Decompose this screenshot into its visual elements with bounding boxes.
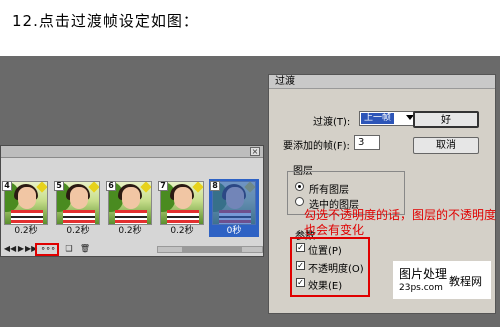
frame-7[interactable]: 7 0.2秒 — [157, 179, 207, 237]
frame-6[interactable]: 6 0.2秒 — [105, 179, 155, 237]
frame-number: 6 — [106, 181, 116, 191]
frame-delay[interactable]: 0.2秒 — [109, 226, 151, 236]
frame-scrollbar[interactable] — [157, 246, 263, 253]
panel-titlebar[interactable]: × — [1, 146, 263, 158]
play-icon[interactable]: ▶ — [17, 243, 25, 254]
scroll-thumb[interactable] — [182, 247, 242, 252]
next-frame-icon[interactable]: ▶▶ — [25, 243, 37, 254]
frame-number: 8 — [210, 181, 220, 191]
all-layers-radio[interactable] — [295, 182, 304, 191]
selected-layers-radio[interactable] — [295, 197, 304, 206]
first-frame-icon[interactable]: ◀◀ — [3, 243, 17, 254]
frames-to-add-label: 要添加的帧(F): — [283, 141, 350, 152]
frame-5[interactable]: 5 0.2秒 — [53, 179, 103, 237]
frame-delay[interactable]: 0.2秒 — [161, 226, 203, 236]
watermark: 图片处理 教程网 23ps.com — [393, 261, 491, 299]
frame-delay[interactable]: 0.2秒 — [57, 226, 99, 236]
dialog-title: 过渡 — [269, 75, 495, 89]
frame-delay[interactable]: 0秒 — [213, 226, 255, 236]
watermark-accent: 教程网 — [449, 275, 482, 288]
annotation-text: 勾选不透明度的话，图层的不透明度也会有变化 — [304, 208, 497, 237]
panel-close-button[interactable]: × — [250, 147, 260, 156]
watermark-title: 图片处理 — [399, 267, 448, 281]
tween-with-label: 过渡(T): — [313, 117, 351, 128]
frames-to-add-input[interactable]: 3 — [354, 135, 380, 150]
duplicate-frame-icon[interactable]: ❑ — [63, 243, 75, 254]
delete-frame-icon[interactable]: 🗑 — [79, 243, 91, 254]
cancel-button[interactable]: 取消 — [413, 137, 479, 154]
frame-8[interactable]: 8 0秒 — [209, 179, 259, 237]
frame-strip: 4 0.2秒 5 0.2秒 6 0.2秒 7 0.2秒 8 0秒 — [1, 179, 263, 237]
frame-number: 7 — [158, 181, 168, 191]
tween-with-select[interactable]: 上一帧 — [359, 111, 417, 126]
frame-number: 5 — [54, 181, 64, 191]
tween-with-value: 上一帧 — [361, 113, 395, 124]
checkbox-highlight-box — [290, 237, 370, 297]
all-layers-label: 所有图层 — [309, 185, 349, 196]
frame-number: 4 — [2, 181, 12, 191]
tween-highlight-box — [35, 243, 59, 256]
frame-4[interactable]: 4 0.2秒 — [1, 179, 51, 237]
step-title: 12.点击过渡帧设定如图： — [12, 12, 199, 30]
tween-dialog: 过渡 过渡(T): 上一帧 要添加的帧(F): 3 好 取消 图层 所有图层 选… — [268, 74, 496, 314]
ok-button[interactable]: 好 — [413, 111, 479, 128]
watermark-url: 23ps.com — [399, 283, 443, 293]
frame-delay[interactable]: 0.2秒 — [5, 226, 47, 236]
animation-panel: × 4 0.2秒 5 0.2秒 6 0.2秒 7 0.2秒 8 0秒 ◀◀ ▶ … — [0, 145, 264, 257]
